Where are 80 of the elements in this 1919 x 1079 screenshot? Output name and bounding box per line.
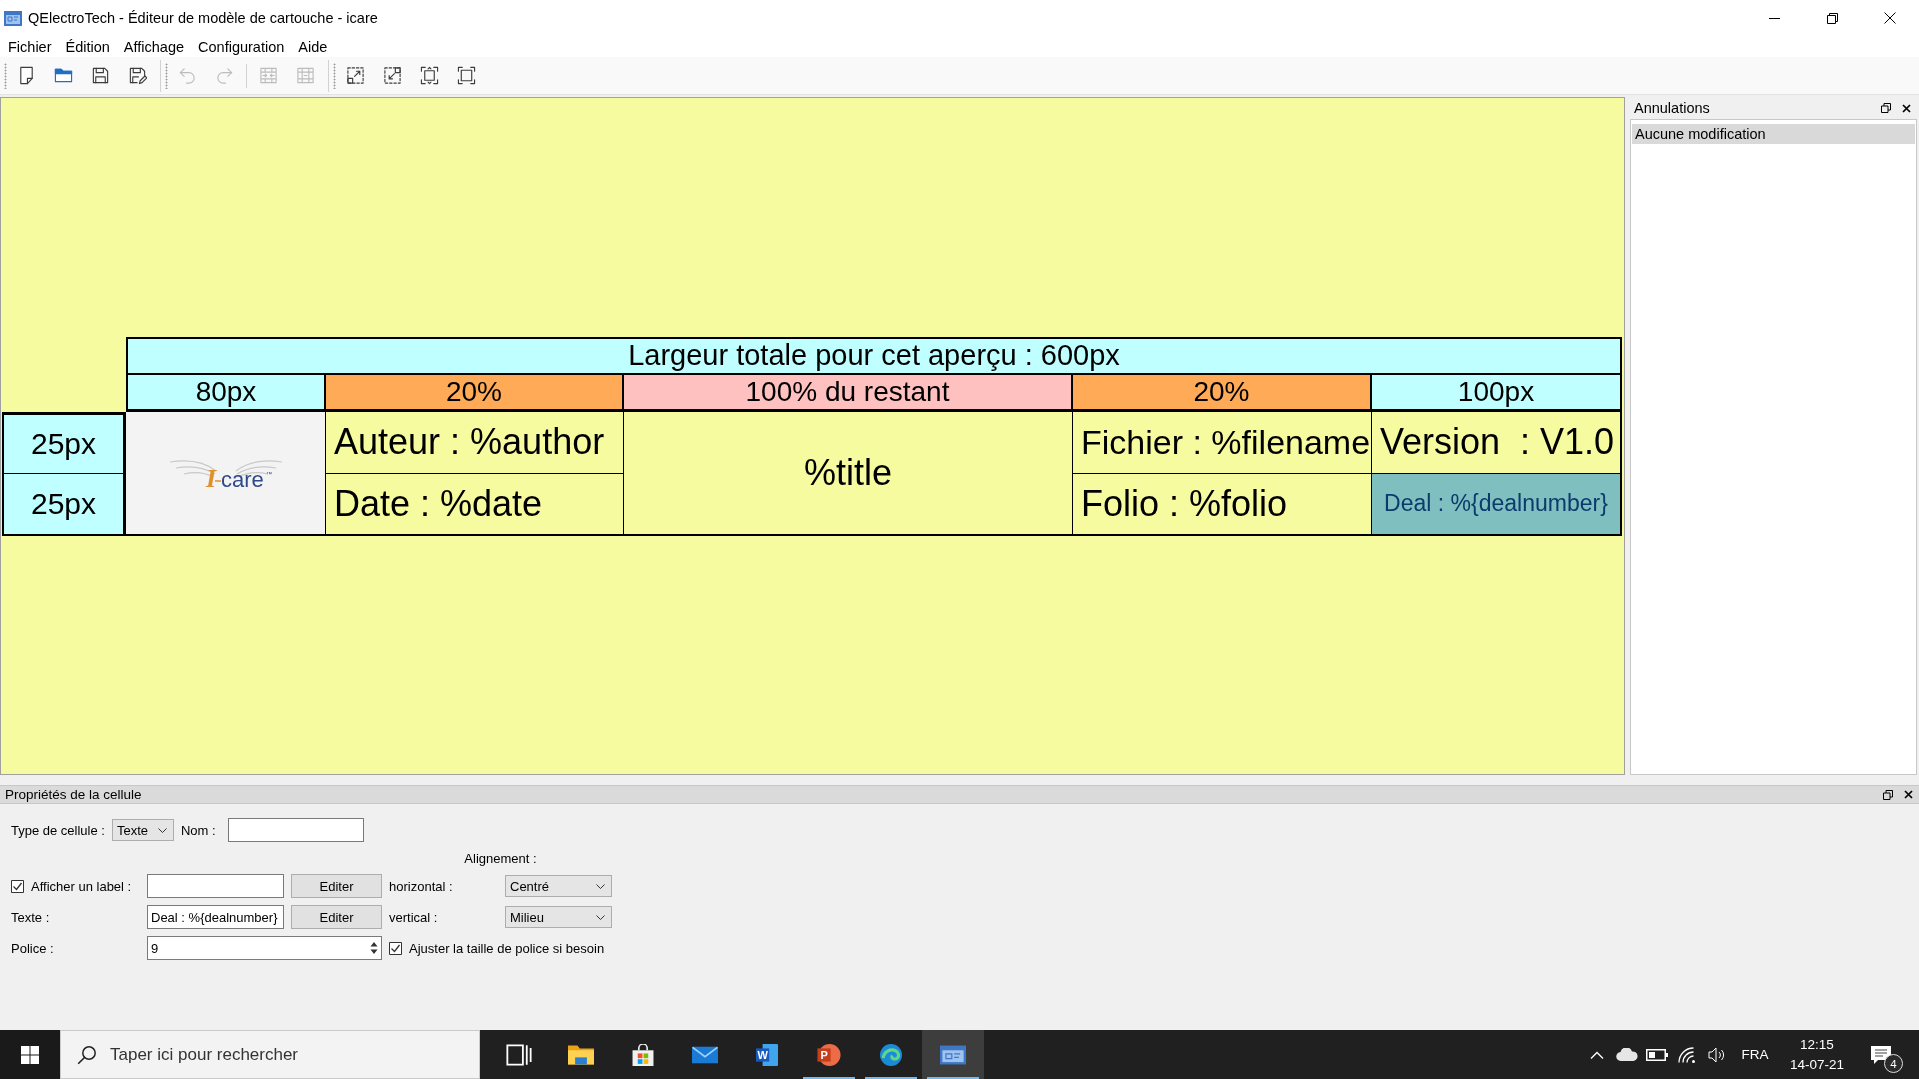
taskbar-button[interactable]: W xyxy=(736,1030,798,1079)
caret-icon xyxy=(596,914,605,920)
checkbox[interactable] xyxy=(11,879,24,893)
speaker-icon[interactable] xyxy=(1708,1046,1726,1063)
close-icon[interactable] xyxy=(1902,103,1911,113)
template-cell[interactable]: Deal : %{dealnumber} xyxy=(1372,473,1622,536)
four-squares-icon[interactable] xyxy=(21,1045,39,1064)
letter-tile-icon[interactable]: P xyxy=(816,1043,842,1066)
menu-item[interactable]: Fichier xyxy=(1,37,59,56)
field-label: horizontal : xyxy=(389,878,453,894)
menu-item[interactable]: Édition xyxy=(58,37,117,56)
width-header: Largeur totale pour cet aperçu : 600px xyxy=(126,336,1622,375)
field-label: vertical : xyxy=(389,909,438,925)
row-height-cell: 25px xyxy=(2,411,126,474)
edit-button[interactable]: Editer xyxy=(291,905,382,929)
field-label: Type de cellule : xyxy=(11,822,105,838)
field-label: Nom : xyxy=(180,822,216,838)
chevron-up-icon[interactable] xyxy=(1590,1050,1604,1059)
close-icon[interactable] xyxy=(1884,12,1896,24)
battery-icon[interactable] xyxy=(1646,1048,1668,1061)
vertical-align-dropdown[interactable]: Milieu xyxy=(505,906,612,928)
column-width-cell: 20% xyxy=(1073,374,1372,412)
folder-icon[interactable] xyxy=(568,1043,594,1066)
window-title: QElectroTech - Éditeur de modèle de cartouche - icare xyxy=(28,10,378,26)
restore-icon[interactable] xyxy=(1826,12,1838,24)
column-width-cell: 20% xyxy=(326,374,624,412)
search-icon xyxy=(77,1044,97,1065)
app-window-icon[interactable] xyxy=(940,1043,966,1066)
template-cell[interactable]: Auteur : %author xyxy=(326,411,624,474)
frame-corners-icon[interactable] xyxy=(457,66,476,85)
wifi-icon[interactable] xyxy=(1678,1046,1696,1063)
column-width-cell: 80px xyxy=(126,374,326,412)
template-cell[interactable]: Fichier : %filename xyxy=(1073,411,1372,474)
row-height-cell: 25px xyxy=(2,473,126,536)
horizontal-align-dropdown[interactable]: Centré xyxy=(505,875,612,897)
notification-badge: 4 xyxy=(1884,1054,1903,1073)
clock-time[interactable]: 12:15 xyxy=(1800,1034,1834,1055)
search-field[interactable]: Taper ici pour rechercher xyxy=(60,1030,480,1079)
frame-corners-icon[interactable] xyxy=(420,66,439,85)
caret-icon xyxy=(596,883,605,889)
cloud-icon[interactable] xyxy=(1616,1048,1638,1061)
minimize-icon[interactable] xyxy=(1768,17,1780,19)
field-label: Texte : xyxy=(11,909,50,925)
shopping-bag-icon[interactable] xyxy=(630,1043,656,1066)
page-icon[interactable] xyxy=(17,66,36,85)
section-label: Alignement : xyxy=(464,850,537,866)
floppy-pencil-icon[interactable] xyxy=(128,66,147,85)
list-item[interactable]: Aucune modification xyxy=(1632,124,1915,144)
cell-type-dropdown[interactable]: Texte xyxy=(111,819,174,841)
clock-date[interactable]: 14-07-21 xyxy=(1789,1054,1844,1075)
column-width-cell: 100px xyxy=(1372,374,1622,412)
checkbox[interactable] xyxy=(389,941,402,955)
column-width-cell: 100% du restant xyxy=(624,374,1073,412)
language-indicator[interactable]: FRA xyxy=(1732,1030,1778,1079)
taskbar-button[interactable]: P xyxy=(798,1030,860,1079)
swirl-icon[interactable] xyxy=(878,1043,904,1066)
task-view-icon[interactable] xyxy=(506,1043,532,1066)
name-field[interactable] xyxy=(227,818,364,842)
overlapping-squares-icon[interactable] xyxy=(1881,103,1891,113)
menu-item[interactable]: Affichage xyxy=(116,37,192,56)
speech-bubble-icon[interactable] xyxy=(1870,1044,1892,1065)
caret-icon xyxy=(157,827,167,833)
dock-title: Propriétés de la cellule xyxy=(5,787,142,802)
font-size-spinbox[interactable]: 9 xyxy=(147,936,382,960)
checkbox-label[interactable]: Ajuster la taille de police si besoin xyxy=(409,940,605,956)
folder-icon[interactable] xyxy=(54,66,73,85)
label-field[interactable] xyxy=(147,874,284,898)
menu-item[interactable]: Configuration xyxy=(191,37,292,56)
close-icon[interactable] xyxy=(1904,790,1913,799)
checkbox-label[interactable]: Afficher un label : xyxy=(31,878,132,894)
taskbar-button[interactable] xyxy=(922,1030,984,1079)
template-cell[interactable]: Date : %date xyxy=(326,473,624,536)
text-field[interactable]: Deal : %{dealnumber} xyxy=(147,905,284,929)
edit-button[interactable]: Editer xyxy=(291,874,382,898)
field-label: Police : xyxy=(11,940,54,956)
app-window-icon xyxy=(4,10,22,26)
dock-title: Annulations xyxy=(1634,100,1710,116)
overlapping-squares-icon[interactable] xyxy=(1883,789,1893,800)
menu-item[interactable]: Aide xyxy=(291,37,335,56)
template-cell[interactable]: %title xyxy=(624,411,1073,536)
